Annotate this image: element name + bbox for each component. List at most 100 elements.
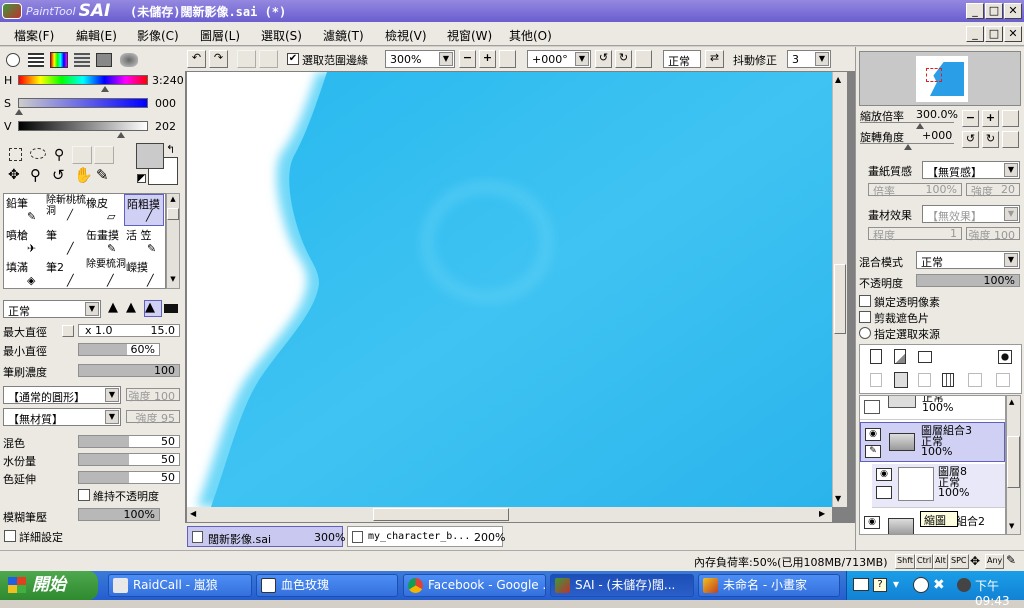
horizontal-scrollbar[interactable]: ◀ ▶	[187, 507, 832, 522]
invert-select-icon[interactable]	[259, 50, 278, 68]
edge-flat-icon[interactable]	[164, 304, 178, 313]
maximize-button[interactable]: □	[985, 3, 1003, 19]
doc-minimize-button[interactable]: _	[966, 26, 984, 42]
edge-hard-icon[interactable]: ▲	[108, 301, 124, 316]
density-bar[interactable]: 100	[78, 364, 180, 377]
color-wheel-icon[interactable]	[6, 53, 20, 67]
brush-mode-select[interactable]: 正常 ▼	[3, 300, 101, 318]
eyedropper-icon[interactable]: ✎	[96, 166, 109, 184]
taskbar-item-chat[interactable]: 血色玫瑰	[256, 574, 398, 597]
zoom-out-button[interactable]: −	[459, 50, 476, 68]
hand-icon[interactable]: ✋	[74, 166, 93, 184]
value-slider[interactable]	[18, 121, 148, 131]
horizontal-scroll-thumb[interactable]	[373, 508, 509, 521]
zoom-slider[interactable]	[860, 122, 954, 123]
water-bar[interactable]: 50	[78, 453, 180, 466]
nav-rotate-reset-button[interactable]	[1002, 131, 1019, 148]
eye-icon[interactable]: ◉	[865, 428, 881, 441]
layer-scrollbar[interactable]: ▲ ▼	[1006, 395, 1021, 535]
hue-thumb[interactable]	[101, 86, 109, 92]
edge-medium-icon[interactable]: ▲	[126, 301, 142, 316]
tool-blend[interactable]: 除要梳洞 ╱	[84, 258, 126, 290]
rgb-slider-icon[interactable]	[28, 53, 44, 67]
scroll-up-icon[interactable]: ▲	[1009, 398, 1014, 406]
swap-colors-icon[interactable]: ↰	[166, 143, 175, 156]
tool-eraser[interactable]: 橡皮 ▱	[84, 194, 124, 226]
clipping-mask-checkbox[interactable]	[859, 311, 871, 323]
layer-item[interactable]: 正常 100%	[860, 396, 1005, 420]
rotate-left-icon[interactable]: ↺	[595, 50, 612, 68]
tool-pen2[interactable]: 筆2 ╱	[44, 258, 84, 290]
brush-shape-select[interactable]: 【通常的圓形】 ▼	[3, 386, 121, 404]
help-icon[interactable]: ?	[873, 578, 887, 592]
menu-icon[interactable]: ▾	[893, 577, 899, 591]
rotation-slider-thumb[interactable]	[904, 144, 912, 150]
detail-settings-checkbox[interactable]	[4, 530, 16, 542]
scroll-down-icon[interactable]: ▼	[168, 275, 178, 285]
scroll-down-icon[interactable]: ▼	[835, 494, 841, 503]
reset-colors-icon[interactable]	[137, 174, 146, 183]
new-folder-icon[interactable]	[918, 351, 932, 363]
drawing-canvas[interactable]	[187, 72, 832, 507]
deselect-icon[interactable]	[237, 50, 256, 68]
edge-soft-icon[interactable]: ▲	[144, 300, 162, 317]
menu-view[interactable]: 檢視(V)	[385, 27, 427, 44]
diameter-preset-button[interactable]	[62, 325, 74, 337]
delete-layer-icon[interactable]	[942, 373, 954, 387]
foreground-color-swatch[interactable]	[136, 143, 164, 169]
min-diameter-bar[interactable]: 60%	[78, 343, 160, 356]
menu-window[interactable]: 視窗(W)	[447, 27, 492, 44]
keep-opacity-checkbox[interactable]	[78, 489, 90, 501]
saturation-slider[interactable]	[18, 98, 148, 108]
tool-scrollbar[interactable]: ▲ ▼	[166, 193, 180, 289]
hue-slider[interactable]	[18, 75, 148, 85]
swatch-icon[interactable]	[74, 53, 90, 67]
tool-smudge[interactable]: 嶸摸 ╱	[124, 258, 164, 290]
lock-transparency-checkbox[interactable]	[859, 295, 871, 307]
saturation-thumb[interactable]	[15, 109, 23, 115]
doc-close-button[interactable]: ✕	[1004, 26, 1022, 42]
select-edge-checkbox[interactable]: ✔	[287, 53, 299, 65]
layer-scroll-thumb[interactable]	[1007, 436, 1020, 488]
clock[interactable]: 下午 09:43	[975, 577, 1024, 608]
navigator-preview[interactable]	[859, 51, 1021, 106]
merge-down-icon[interactable]	[894, 372, 908, 388]
value-thumb[interactable]	[117, 132, 125, 138]
menu-filter[interactable]: 濾鏡(T)	[323, 27, 364, 44]
zoom-in-button[interactable]: +	[479, 50, 496, 68]
hsv-slider-icon[interactable]	[50, 52, 68, 68]
selection-source-checkbox[interactable]	[859, 327, 871, 339]
taskbar-item-sai[interactable]: SAI - (未儲存)闊...	[550, 574, 694, 597]
paint-target-box[interactable]	[876, 486, 892, 499]
scroll-up-icon[interactable]: ▲	[835, 75, 841, 84]
rotate-right-icon[interactable]: ↻	[615, 50, 632, 68]
max-diameter-bar[interactable]: x 1.0 15.0	[78, 324, 180, 337]
network-icon[interactable]: ✖	[933, 577, 945, 593]
taskbar-item-paint[interactable]: 未命名 - 小畫家	[698, 574, 840, 597]
opacity-bar[interactable]: 100%	[916, 274, 1020, 287]
tool-blur[interactable]: 除斬桃梳洞 ╱	[44, 194, 86, 226]
nav-zoom-out-button[interactable]: −	[962, 110, 979, 127]
stretch-bar[interactable]: 50	[78, 471, 180, 484]
back-icon[interactable]	[913, 577, 929, 593]
close-button[interactable]: ✕	[1004, 3, 1022, 19]
volume-icon[interactable]	[957, 578, 971, 592]
blend-mode-select[interactable]: 正常 ▼	[916, 251, 1020, 269]
scroll-thumb[interactable]	[167, 208, 179, 220]
tool-pencil[interactable]: 鉛筆 ✎	[4, 194, 44, 226]
layer-item[interactable]: ◉ 組合2 縮圖	[860, 510, 1005, 534]
zoom-reset-button[interactable]	[499, 50, 516, 68]
new-linework-layer-icon[interactable]	[894, 349, 906, 364]
menu-other[interactable]: 其他(O)	[509, 27, 552, 44]
scratchpad-icon[interactable]	[96, 53, 112, 67]
zoom-icon[interactable]: ⚲	[30, 166, 41, 184]
tab-document-2[interactable]: my_character_b... 200%	[347, 526, 505, 547]
magic-wand-icon[interactable]: ⚲	[54, 147, 64, 163]
tool-fill[interactable]: 填滿 ◈	[4, 258, 44, 290]
move-icon[interactable]: ✥	[8, 167, 20, 183]
eye-icon[interactable]: ◉	[864, 516, 880, 529]
rotate-reset-button[interactable]	[635, 50, 652, 68]
max-multiplier[interactable]: x 1.0	[85, 324, 113, 337]
keyboard-icon[interactable]	[853, 578, 869, 591]
doc-restore-button[interactable]: □	[985, 26, 1003, 42]
